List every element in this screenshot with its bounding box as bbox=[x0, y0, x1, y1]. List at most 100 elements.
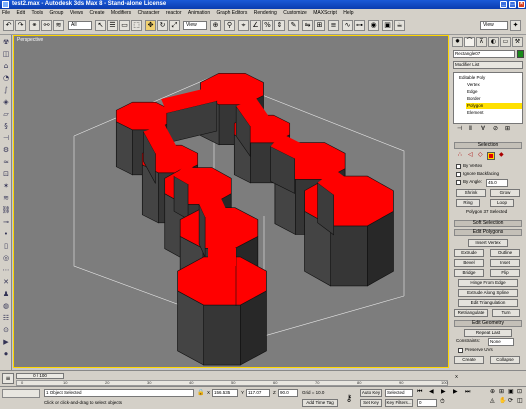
zoom-icon[interactable]: ⊕ bbox=[490, 389, 495, 395]
current-frame-field[interactable]: 0 bbox=[417, 399, 437, 407]
stack-item-editable-poly[interactable]: Editable Poly bbox=[458, 75, 522, 81]
stack-item-border[interactable]: Border bbox=[466, 96, 522, 102]
ragdoll-icon[interactable]: ♟ bbox=[1, 289, 11, 299]
stack-item-edge[interactable]: Edge bbox=[466, 89, 522, 95]
analyze-world-icon[interactable]: ⊙ bbox=[1, 325, 11, 335]
stack-item-vertex[interactable]: Vertex bbox=[466, 82, 522, 88]
loop-button[interactable]: Loop bbox=[490, 199, 514, 207]
inset-button[interactable]: Inset bbox=[490, 259, 520, 267]
show-end-result-icon[interactable]: Ⅱ bbox=[469, 126, 472, 132]
ignore-backfacing-checkbox[interactable] bbox=[456, 172, 461, 177]
utilities-tab-icon[interactable]: ⚒ bbox=[512, 37, 523, 47]
pivot-center-icon[interactable]: ⊕ bbox=[210, 20, 221, 31]
x-coord-field[interactable]: 156.535 bbox=[212, 389, 238, 397]
render-last-icon[interactable]: ✦ bbox=[510, 20, 521, 31]
lock-selection-icon[interactable]: 🔒 bbox=[197, 389, 205, 398]
mirror-icon[interactable]: ⇋ bbox=[302, 20, 313, 31]
point-to-point-icon[interactable]: • bbox=[1, 229, 11, 239]
select-scale-icon[interactable]: ⤢ bbox=[169, 20, 180, 31]
property-editor-icon[interactable]: ☷ bbox=[1, 313, 11, 323]
modifier-list-dropdown[interactable]: Modifier List bbox=[453, 61, 523, 69]
preserve-uvs-checkbox[interactable] bbox=[458, 348, 463, 353]
remove-modifier-icon[interactable]: ⊘ bbox=[493, 126, 498, 132]
cloth-icon[interactable]: ⌂ bbox=[1, 61, 11, 71]
edge-mode-icon[interactable]: ◁ bbox=[468, 152, 473, 158]
hinge-icon[interactable]: ⊸ bbox=[1, 217, 11, 227]
outline-button[interactable]: Outline bbox=[490, 249, 520, 257]
insert-vertex-button[interactable]: Insert Vertex bbox=[468, 239, 508, 247]
stack-item-element[interactable]: Element bbox=[466, 110, 522, 116]
rigid-body-icon[interactable]: ◫ bbox=[1, 49, 11, 59]
menu-character[interactable]: Character bbox=[138, 10, 160, 16]
create-animation-icon[interactable]: ⏺ bbox=[1, 349, 11, 359]
bevel-button[interactable]: Bevel bbox=[454, 259, 484, 267]
constraint-icon[interactable]: ⛓ bbox=[1, 205, 11, 215]
object-name-field[interactable]: Rectangle07 bbox=[453, 50, 515, 58]
hierarchy-tab-icon[interactable]: ⊼ bbox=[476, 37, 487, 47]
menu-rendering[interactable]: Rendering bbox=[254, 10, 277, 16]
goto-start-icon[interactable]: ⏮ bbox=[417, 389, 422, 395]
motion-tab-icon[interactable]: ◐ bbox=[488, 37, 499, 47]
percent-snap-icon[interactable]: % bbox=[262, 20, 273, 31]
angle-snap-icon[interactable]: ∠ bbox=[250, 20, 261, 31]
edit-named-selections-icon[interactable]: ✎ bbox=[288, 20, 299, 31]
constraints-dropdown[interactable]: None bbox=[488, 338, 514, 346]
fracture-icon[interactable]: ✶ bbox=[1, 181, 11, 191]
bind-spacewarp-icon[interactable]: ≋ bbox=[53, 20, 64, 31]
maximize-button[interactable]: □ bbox=[509, 1, 516, 8]
prev-frame-icon[interactable]: ◀ bbox=[429, 389, 434, 395]
material-editor-icon[interactable]: ◉ bbox=[368, 20, 379, 31]
schematic-view-icon[interactable]: ⊶ bbox=[354, 20, 365, 31]
align-icon[interactable]: ⊞ bbox=[314, 20, 325, 31]
reference-coordinate-dropdown[interactable]: View bbox=[183, 21, 207, 30]
y-coord-field[interactable]: 117.07 bbox=[246, 389, 270, 397]
fov-icon[interactable]: ◬ bbox=[490, 398, 495, 404]
pan-icon[interactable]: ✋ bbox=[499, 398, 506, 404]
perspective-viewport[interactable]: Perspective bbox=[13, 35, 449, 368]
create-button[interactable]: Create bbox=[454, 356, 484, 364]
element-mode-icon[interactable]: ◆ bbox=[499, 152, 504, 158]
select-rotate-icon[interactable]: ↻ bbox=[157, 20, 168, 31]
bridge-button[interactable]: Bridge bbox=[454, 269, 484, 277]
rope-icon[interactable]: ∫ bbox=[1, 85, 11, 95]
preview-animation-icon[interactable]: ▶ bbox=[1, 337, 11, 347]
menu-file[interactable]: File bbox=[2, 10, 10, 16]
menu-help[interactable]: Help bbox=[343, 10, 353, 16]
goto-end-icon[interactable]: ⏭ bbox=[465, 389, 470, 395]
collapse-button[interactable]: Collapse bbox=[490, 356, 520, 364]
zoom-extents-icon[interactable]: ▣ bbox=[508, 389, 514, 395]
menu-maxscript[interactable]: MAXScript bbox=[313, 10, 337, 16]
ring-button[interactable]: Ring bbox=[456, 199, 480, 207]
grow-button[interactable]: Grow bbox=[490, 189, 520, 197]
object-color-swatch[interactable] bbox=[517, 50, 524, 58]
by-vertex-checkbox[interactable] bbox=[456, 164, 461, 169]
redo-icon[interactable]: ↷ bbox=[15, 20, 26, 31]
close-button[interactable]: × bbox=[518, 1, 525, 8]
border-mode-icon[interactable]: ◇ bbox=[478, 152, 483, 158]
key-icon[interactable]: ⚷ bbox=[343, 389, 355, 407]
selection-filter-dropdown[interactable]: All bbox=[68, 21, 92, 30]
add-time-tag-button[interactable]: Add Time Tag bbox=[302, 399, 338, 407]
menu-reactor[interactable]: reactor bbox=[166, 10, 182, 16]
snaps-toggle-icon[interactable]: ⌖ bbox=[238, 20, 249, 31]
retriangulate-button[interactable]: Retriangulate bbox=[454, 309, 488, 317]
spring-icon[interactable]: § bbox=[1, 121, 11, 131]
reactor-icon[interactable]: ☢ bbox=[1, 37, 11, 47]
select-by-name-icon[interactable]: ☰ bbox=[107, 20, 118, 31]
vertex-mode-icon[interactable]: ∴ bbox=[458, 152, 462, 158]
maxscript-listener-mini[interactable] bbox=[2, 389, 40, 398]
curve-editor-icon[interactable]: ∿ bbox=[342, 20, 353, 31]
hinge-from-edge-button[interactable]: Hinge From Edge bbox=[458, 279, 518, 287]
key-mode-dropdown[interactable]: Selected bbox=[385, 389, 413, 397]
menu-graph-editors[interactable]: Graph Editors bbox=[217, 10, 248, 16]
prismatic-icon[interactable]: ▯ bbox=[1, 241, 11, 251]
point-path-icon[interactable]: ⋯ bbox=[1, 265, 11, 275]
plane-icon[interactable]: ▱ bbox=[1, 109, 11, 119]
minimize-button[interactable]: _ bbox=[500, 1, 507, 8]
layer-manager-icon[interactable]: ≡ bbox=[328, 20, 339, 31]
maximize-viewport-icon[interactable]: ◫ bbox=[517, 398, 523, 404]
wind-icon[interactable]: ≈ bbox=[1, 157, 11, 167]
toy-car-icon[interactable]: ⊡ bbox=[1, 169, 11, 179]
dashpot-icon[interactable]: ⊣ bbox=[1, 133, 11, 143]
quick-render-icon[interactable]: ☕ bbox=[394, 20, 405, 31]
